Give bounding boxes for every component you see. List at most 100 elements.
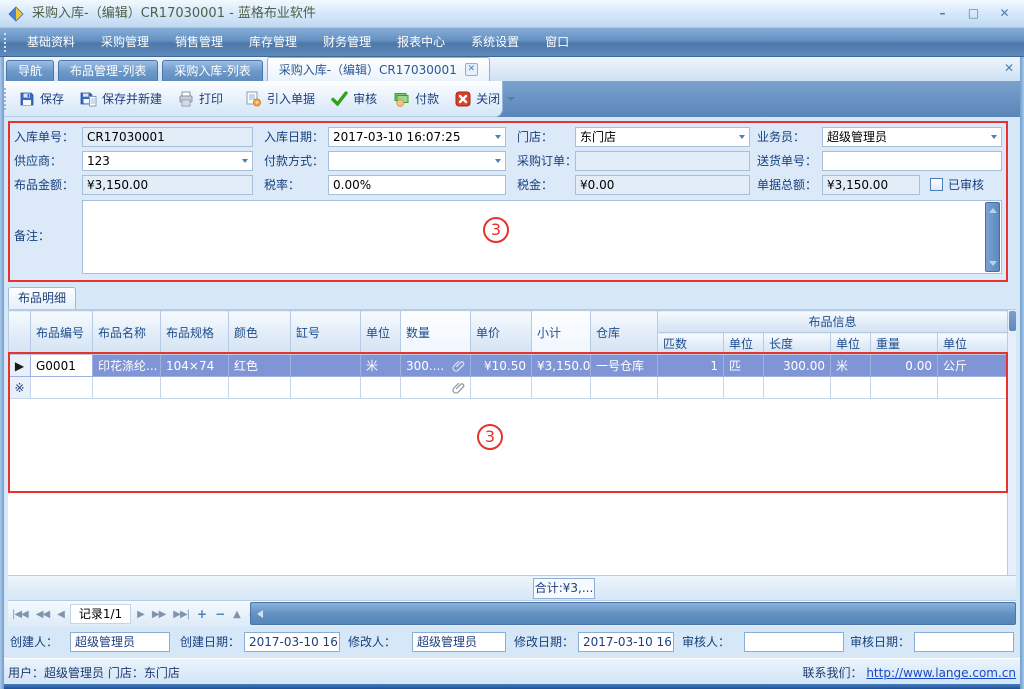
cell-pieces[interactable]: 1 <box>658 355 724 377</box>
receipt-no-label: 入库单号： <box>14 127 74 147</box>
grid-horizontal-scrollbar[interactable] <box>250 602 1016 625</box>
tab-fabric-list[interactable]: 布品管理-列表 <box>58 60 158 81</box>
nav-prev-button[interactable]: ◀ <box>53 609 68 620</box>
cell-price[interactable]: ¥10.50 <box>471 355 532 377</box>
scroll-left-icon[interactable] <box>257 610 263 618</box>
chevron-down-icon[interactable] <box>242 159 248 163</box>
tab-fabric-detail[interactable]: 布品明细 <box>8 287 76 310</box>
cell-vat[interactable] <box>291 355 361 377</box>
tabstrip-close-icon[interactable]: ✕ <box>1004 61 1014 75</box>
new-row[interactable]: ※ <box>9 377 1008 399</box>
menu-item-window[interactable]: 窗口 <box>532 28 582 57</box>
cell-weight[interactable]: 0.00 <box>871 355 938 377</box>
col-header-spec[interactable]: 布品规格 <box>161 311 229 355</box>
paperclip-icon[interactable] <box>452 359 465 372</box>
nav-first-button[interactable]: |◀◀ <box>8 609 32 620</box>
print-button[interactable]: 打印 <box>170 85 231 113</box>
tab-navigation[interactable]: 导航 <box>6 60 54 81</box>
pay-method-field[interactable] <box>328 151 506 171</box>
col-header-warehouse[interactable]: 仓库 <box>591 311 658 355</box>
nav-edit-button[interactable]: ▲ <box>229 609 244 620</box>
store-field[interactable]: 东门店 <box>575 127 750 147</box>
chevron-down-icon[interactable] <box>991 135 997 139</box>
menu-item-reports[interactable]: 报表中心 <box>384 28 458 57</box>
cell-warehouse[interactable]: 一号仓库 <box>591 355 658 377</box>
col-header-name[interactable]: 布品名称 <box>93 311 161 355</box>
supplier-field[interactable]: 123 <box>82 151 253 171</box>
close-document-button[interactable]: 关闭 <box>447 85 523 113</box>
menu-item-sales[interactable]: 销售管理 <box>162 28 236 57</box>
purchase-order-field <box>575 151 750 171</box>
col-header-length[interactable]: 长度 <box>764 333 831 355</box>
col-header-pieces-unit[interactable]: 单位 <box>724 333 764 355</box>
col-header-pieces[interactable]: 匹数 <box>658 333 724 355</box>
cell-code-editor[interactable]: G0001 <box>31 355 93 377</box>
col-header-weight-unit[interactable]: 单位 <box>938 333 1008 355</box>
cell-spec[interactable]: 104×74 <box>161 355 229 377</box>
col-header-code[interactable]: 布品编号 <box>31 311 93 355</box>
chevron-down-icon[interactable] <box>495 159 501 163</box>
col-header-price[interactable]: 单价 <box>471 311 532 355</box>
cell-length-unit[interactable]: 米 <box>831 355 871 377</box>
floppy-icon <box>19 91 35 107</box>
modified-at-label: 修改日期： <box>514 632 574 652</box>
cell-pieces-unit[interactable]: 匹 <box>724 355 764 377</box>
minimize-button[interactable]: – <box>929 4 956 23</box>
maximize-button[interactable]: □ <box>960 4 987 23</box>
nav-next-button[interactable]: ▶ <box>133 609 148 620</box>
tax-rate-field[interactable]: 0.00% <box>328 175 506 195</box>
menu-item-inventory[interactable]: 库存管理 <box>236 28 310 57</box>
save-and-new-button[interactable]: 保存并新建 <box>72 85 170 113</box>
menu-item-purchase[interactable]: 采购管理 <box>88 28 162 57</box>
cell-subtotal[interactable]: ¥3,150.00 <box>532 355 591 377</box>
paperclip-icon[interactable] <box>452 381 465 394</box>
annotation-circle-3: 3 <box>477 424 503 450</box>
nav-delete-button[interactable]: − <box>211 607 229 621</box>
nav-add-button[interactable]: + <box>193 607 211 621</box>
cell-weight-unit[interactable]: 公斤 <box>938 355 1008 377</box>
purchase-order-label: 采购订单： <box>517 151 577 171</box>
audit-button[interactable]: 审核 <box>323 85 385 113</box>
scroll-up-icon[interactable] <box>989 208 997 213</box>
menu-item-base-data[interactable]: 基础资料 <box>14 28 88 57</box>
col-header-color[interactable]: 颜色 <box>229 311 291 355</box>
cell-length[interactable]: 300.00 <box>764 355 831 377</box>
cell-unit[interactable]: 米 <box>361 355 401 377</box>
col-header-vat[interactable]: 缸号 <box>291 311 361 355</box>
grid-vertical-scrollbar[interactable] <box>1007 310 1016 576</box>
menu-bar: 基础资料 采购管理 销售管理 库存管理 财务管理 报表中心 系统设置 窗口 <box>0 28 1024 57</box>
pay-button[interactable]: 付款 <box>385 85 447 113</box>
cell-qty[interactable]: 300.... <box>401 355 471 377</box>
col-header-subtotal[interactable]: 小计 <box>532 311 591 355</box>
menu-item-finance[interactable]: 财务管理 <box>310 28 384 57</box>
col-header-length-unit[interactable]: 单位 <box>831 333 871 355</box>
col-header-weight[interactable]: 重量 <box>871 333 938 355</box>
nav-prev-page-button[interactable]: ◀◀ <box>32 609 53 620</box>
tab-purchase-in-list[interactable]: 采购入库-列表 <box>162 60 262 81</box>
menu-item-system[interactable]: 系统设置 <box>458 28 532 57</box>
tab-purchase-in-edit[interactable]: 采购入库-（编辑）CR17030001 ✕ <box>267 57 490 81</box>
close-window-button[interactable]: ✕ <box>991 4 1018 23</box>
delivery-no-field[interactable] <box>822 151 1002 171</box>
nav-next-page-button[interactable]: ▶▶ <box>148 609 169 620</box>
remark-scrollbar[interactable] <box>985 202 1000 272</box>
save-button[interactable]: 保存 <box>11 85 72 113</box>
date-field[interactable]: 2017-03-10 16:07:25 <box>328 127 506 147</box>
website-link[interactable]: http://www.lange.com.cn <box>866 666 1016 680</box>
nav-last-button[interactable]: ▶▶| <box>169 609 193 620</box>
chevron-down-icon[interactable] <box>739 135 745 139</box>
salesman-field[interactable]: 超级管理员 <box>822 127 1002 147</box>
import-document-button[interactable]: 引入单据 <box>237 85 323 113</box>
cell-color[interactable]: 红色 <box>229 355 291 377</box>
audited-checkbox[interactable] <box>930 178 943 191</box>
cell-qty-empty[interactable] <box>401 377 471 399</box>
col-header-qty[interactable]: 数量 <box>401 311 471 355</box>
chevron-down-icon[interactable] <box>495 135 501 139</box>
cell-name[interactable]: 印花涤纶... <box>93 355 161 377</box>
col-header-unit[interactable]: 单位 <box>361 311 401 355</box>
close-dropdown-icon[interactable] <box>507 97 515 101</box>
tab-close-icon[interactable]: ✕ <box>465 63 478 76</box>
remark-textarea[interactable] <box>82 200 1002 274</box>
scroll-down-icon[interactable] <box>989 261 997 266</box>
table-row[interactable]: ▶ G0001 印花涤纶... 104×74 红色 米 300.... ¥10.… <box>9 355 1008 377</box>
